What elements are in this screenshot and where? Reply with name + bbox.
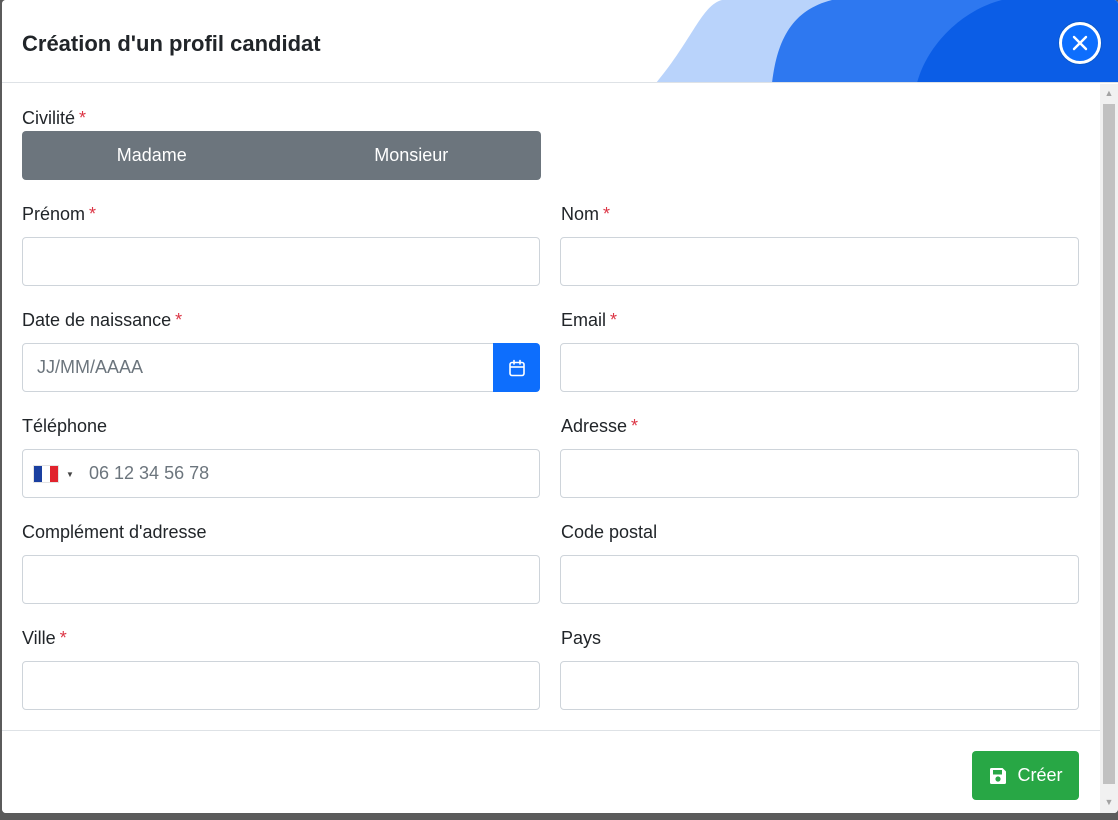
modal-body — [2, 84, 1100, 730]
phone-input[interactable] — [22, 449, 540, 498]
country-code-select[interactable]: ▼ — [33, 464, 78, 484]
postal-code-label: Code postal — [561, 522, 658, 542]
create-button-label: Créer — [1017, 765, 1063, 785]
close-icon — [1072, 35, 1088, 51]
country-input[interactable] — [560, 661, 1079, 710]
postal-code-input[interactable] — [560, 555, 1079, 604]
address-complement-label: Complément d'adresse — [22, 522, 207, 542]
first-name-label: Prénom * — [22, 204, 97, 224]
email-label: Email * — [561, 310, 618, 330]
scroll-down-arrow-icon[interactable]: ▼ — [1100, 793, 1118, 811]
caret-down-icon: ▼ — [66, 469, 74, 479]
vertical-scrollbar[interactable]: ▲ ▼ — [1100, 84, 1118, 813]
address-input[interactable] — [560, 449, 1079, 498]
create-candidate-modal: Création d'un profil candidat Civilité * … — [2, 0, 1118, 813]
civility-option-monsieur[interactable]: Monsieur — [282, 131, 542, 180]
city-input[interactable] — [22, 661, 540, 710]
scroll-thumb[interactable] — [1103, 104, 1115, 784]
address-complement-input[interactable] — [22, 555, 540, 604]
calendar-button[interactable] — [493, 343, 540, 392]
create-button[interactable]: Créer — [972, 751, 1079, 800]
close-button[interactable] — [1059, 22, 1101, 64]
birth-date-input[interactable] — [22, 343, 494, 392]
calendar-icon — [508, 359, 525, 376]
modal-title: Création d'un profil candidat — [22, 31, 321, 56]
civility-label: Civilité * — [22, 108, 87, 128]
france-flag-icon — [33, 465, 59, 483]
scroll-up-arrow-icon[interactable]: ▲ — [1100, 84, 1118, 102]
country-label: Pays — [561, 628, 602, 648]
last-name-label: Nom * — [561, 204, 611, 224]
birth-date-label: Date de naissance * — [22, 310, 183, 330]
city-label: Ville * — [22, 628, 67, 648]
address-label: Adresse * — [561, 416, 639, 436]
civility-option-madame[interactable]: Madame — [22, 131, 282, 180]
email-input[interactable] — [560, 343, 1079, 392]
first-name-input[interactable] — [22, 237, 540, 286]
civility-toggle: Madame Monsieur — [22, 131, 541, 180]
save-icon — [990, 767, 1007, 784]
phone-label: Téléphone — [22, 416, 108, 436]
modal-header: Création d'un profil candidat — [2, 0, 1118, 83]
last-name-input[interactable] — [560, 237, 1079, 286]
modal-footer — [2, 730, 1100, 813]
